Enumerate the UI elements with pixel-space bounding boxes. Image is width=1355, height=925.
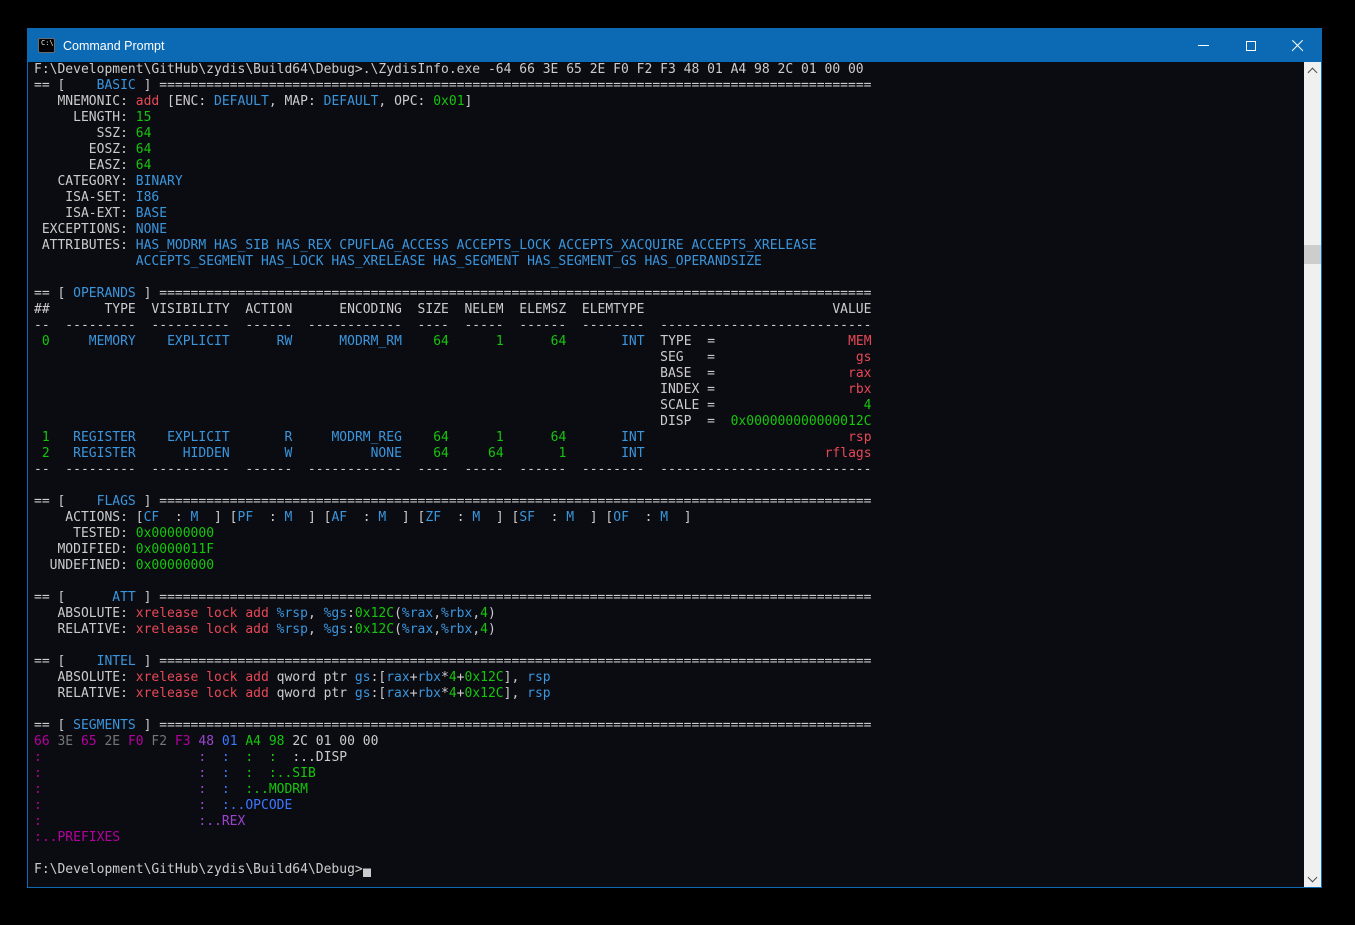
terminal-line: == [ ATT ] =============================… xyxy=(34,590,872,606)
desktop: { "window": { "title": "Command Prompt",… xyxy=(0,0,1355,925)
terminal-line xyxy=(34,638,872,654)
terminal-line: == [ OPERANDS ] ========================… xyxy=(34,286,872,302)
scrollbar-up-button[interactable] xyxy=(1304,62,1321,79)
terminal-line: F:\Development\GitHub\zydis\Build64\Debu… xyxy=(34,62,872,78)
terminal-line: ISA-EXT: BASE xyxy=(34,206,872,222)
terminal-line: : : : :..MODRM xyxy=(34,782,872,798)
terminal-line: ACTIONS: [CF : M ] [PF : M ] [AF : M ] [… xyxy=(34,510,872,526)
terminal-line: : : :..OPCODE xyxy=(34,798,872,814)
terminal-line: F:\Development\GitHub\zydis\Build64\Debu… xyxy=(34,862,872,878)
cmd-icon-text: C:\ xyxy=(41,40,54,47)
terminal-line: SSZ: 64 xyxy=(34,126,872,142)
scrollbar-down-button[interactable] xyxy=(1304,870,1321,887)
terminal-line: BASE = rax xyxy=(34,366,872,382)
window-controls xyxy=(1180,29,1321,62)
terminal-line: ## TYPE VISIBILITY ACTION ENCODING SIZE … xyxy=(34,302,872,318)
terminal-line: == [ BASIC ] ===========================… xyxy=(34,78,872,94)
terminal-line: 2 REGISTER HIDDEN W NONE 64 64 1 INT rfl… xyxy=(34,446,872,462)
terminal-line: ABSOLUTE: xrelease lock add %rsp, %gs:0x… xyxy=(34,606,872,622)
terminal-line: CATEGORY: BINARY xyxy=(34,174,872,190)
terminal-line: SCALE = 4 xyxy=(34,398,872,414)
terminal-line: DISP = 0x000000000000012C xyxy=(34,414,872,430)
terminal-line: 1 REGISTER EXPLICIT R MODRM_REG 64 1 64 … xyxy=(34,430,872,446)
text-cursor xyxy=(363,862,371,877)
terminal-line xyxy=(34,478,872,494)
terminal-line: RELATIVE: xrelease lock add qword ptr gs… xyxy=(34,686,872,702)
scrollbar[interactable] xyxy=(1304,62,1321,887)
terminal-line: -- --------- ---------- ------ ---------… xyxy=(34,462,872,478)
window-title: Command Prompt xyxy=(63,39,164,53)
terminal-line: UNDEFINED: 0x00000000 xyxy=(34,558,872,574)
terminal-line: ISA-SET: I86 xyxy=(34,190,872,206)
minimize-icon xyxy=(1198,45,1209,46)
terminal-line: :..PREFIXES xyxy=(34,830,872,846)
terminal-line: : : : : : :..DISP xyxy=(34,750,872,766)
terminal-line: : :..REX xyxy=(34,814,872,830)
terminal-line: ABSOLUTE: xrelease lock add qword ptr gs… xyxy=(34,670,872,686)
maximize-icon xyxy=(1246,41,1256,51)
chevron-up-icon xyxy=(1308,67,1318,77)
terminal-line: == [ INTEL ] ===========================… xyxy=(34,654,872,670)
maximize-button[interactable] xyxy=(1227,29,1274,62)
terminal-line xyxy=(34,846,872,862)
terminal-line: 0 MEMORY EXPLICIT RW MODRM_RM 64 1 64 IN… xyxy=(34,334,872,350)
terminal-line: == [ FLAGS ] ===========================… xyxy=(34,494,872,510)
terminal-line: 66 3E 65 2E F0 F2 F3 48 01 A4 98 2C 01 0… xyxy=(34,734,872,750)
terminal-line: TESTED: 0x00000000 xyxy=(34,526,872,542)
terminal-line: EOSZ: 64 xyxy=(34,142,872,158)
terminal-line: EASZ: 64 xyxy=(34,158,872,174)
terminal-line: MODIFIED: 0x0000011F xyxy=(34,542,872,558)
terminal-line: : : : : :..SIB xyxy=(34,766,872,782)
terminal-line xyxy=(34,270,872,286)
terminal-line: ATTRIBUTES: HAS_MODRM HAS_SIB HAS_REX CP… xyxy=(34,238,872,254)
cmd-icon: C:\ xyxy=(38,38,55,53)
terminal-line: == [ SEGMENTS ] ========================… xyxy=(34,718,872,734)
terminal-line: LENGTH: 15 xyxy=(34,110,872,126)
close-button[interactable] xyxy=(1274,29,1321,62)
titlebar[interactable]: C:\ Command Prompt xyxy=(28,29,1321,62)
terminal-line: ACCEPTS_SEGMENT HAS_LOCK HAS_XRELEASE HA… xyxy=(34,254,872,270)
terminal-line: SEG = gs xyxy=(34,350,872,366)
console-body: F:\Development\GitHub\zydis\Build64\Debu… xyxy=(28,62,1321,887)
terminal-line xyxy=(34,702,872,718)
terminal-line: -- --------- ---------- ------ ---------… xyxy=(34,318,872,334)
close-icon xyxy=(1291,39,1304,52)
scrollbar-thumb[interactable] xyxy=(1304,245,1321,264)
terminal-line: RELATIVE: xrelease lock add %rsp, %gs:0x… xyxy=(34,622,872,638)
terminal-line: MNEMONIC: add [ENC: DEFAULT, MAP: DEFAUL… xyxy=(34,94,872,110)
cmd-window: C:\ Command Prompt F:\Development\GitHub… xyxy=(27,28,1322,888)
terminal-line: INDEX = rbx xyxy=(34,382,872,398)
terminal-line xyxy=(34,574,872,590)
terminal-output[interactable]: F:\Development\GitHub\zydis\Build64\Debu… xyxy=(34,62,872,878)
terminal-line: EXCEPTIONS: NONE xyxy=(34,222,872,238)
minimize-button[interactable] xyxy=(1180,29,1227,62)
chevron-down-icon xyxy=(1308,872,1318,882)
